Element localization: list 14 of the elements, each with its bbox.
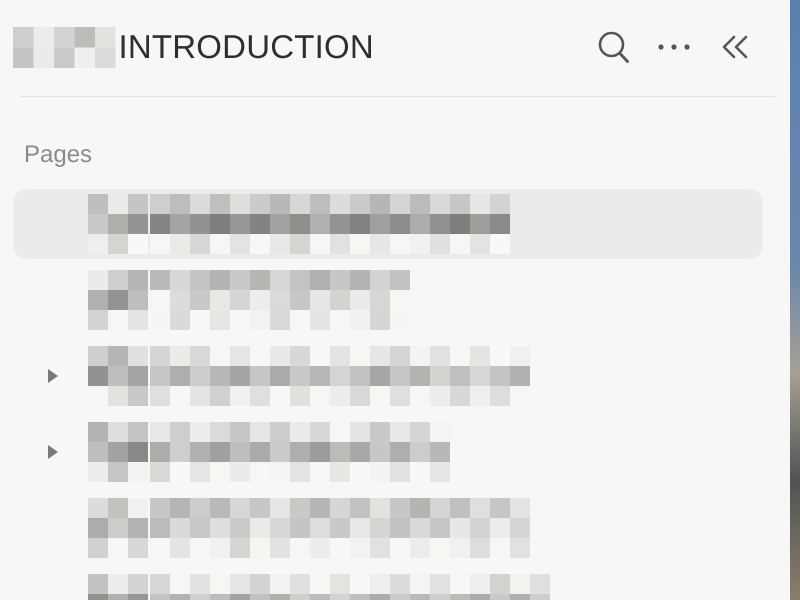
- pixelated-icon: [88, 194, 148, 254]
- pixelated-icon: [88, 346, 148, 406]
- search-icon: [598, 31, 628, 63]
- pixelated-logo-icon: [13, 26, 116, 68]
- double-chevron-icon: [722, 35, 748, 59]
- pixelated-icon: [88, 270, 148, 330]
- section-label: Pages: [24, 140, 92, 170]
- caret-icon[interactable]: [47, 368, 59, 384]
- caret-icon[interactable]: [47, 444, 59, 460]
- workspace-title: INTRODUCTION: [118, 28, 374, 66]
- pixelated-icon: [88, 498, 148, 558]
- page-item[interactable]: [13, 189, 763, 259]
- ellipsis-icon: [658, 44, 690, 50]
- pixelated-icon: [88, 422, 148, 482]
